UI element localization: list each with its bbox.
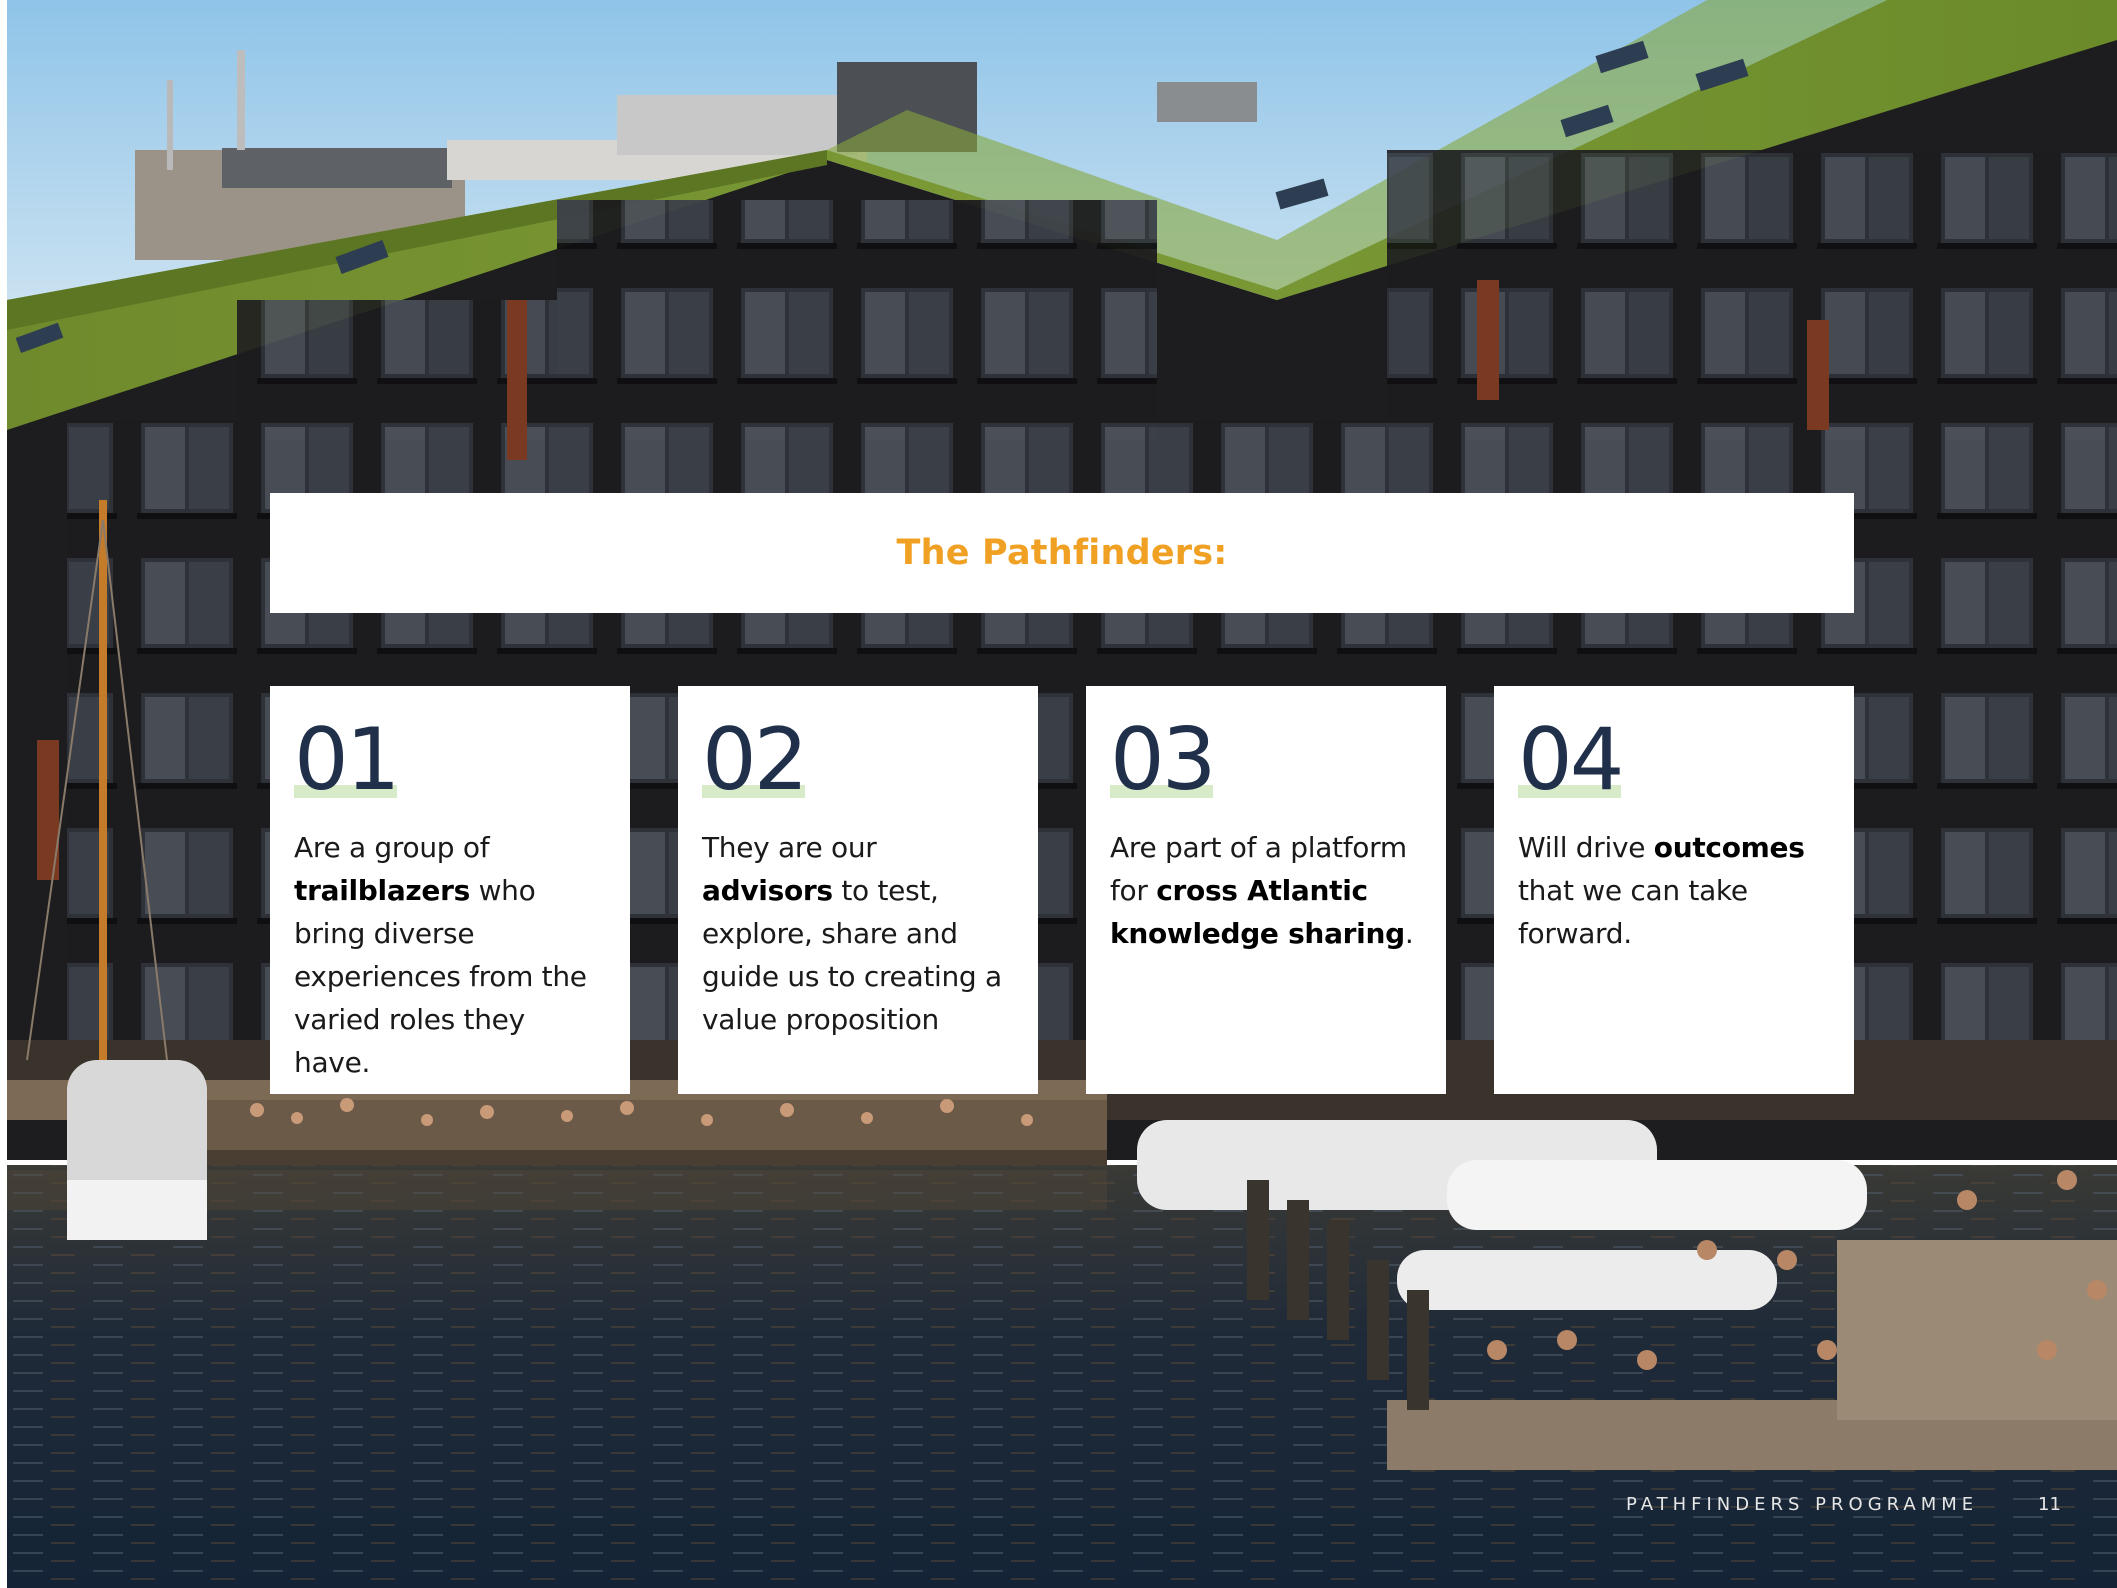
card-text-segment: They are our xyxy=(702,831,877,864)
card-text-highlight: outcomes xyxy=(1653,831,1805,864)
card-text-highlight: trailblazers xyxy=(294,874,470,907)
card-description: Are a group of trailblazers who bring di… xyxy=(294,826,606,1084)
card-text-segment: that we can take forward. xyxy=(1518,874,1748,950)
pathfinder-card: 02 They are our advisors to test, explor… xyxy=(678,686,1038,1094)
card-description: They are our advisors to test, explore, … xyxy=(702,826,1014,1041)
card-number: 03 xyxy=(1110,710,1216,810)
card-number-block: 03 xyxy=(1110,717,1216,803)
card-text-segment: Are a group of xyxy=(294,831,490,864)
card-text-segment: Will drive xyxy=(1518,831,1654,864)
page-number: 11 xyxy=(2038,1494,2061,1515)
card-number: 04 xyxy=(1518,710,1624,810)
title-banner: The Pathfinders: xyxy=(270,493,1854,613)
card-text-highlight: advisors xyxy=(702,874,833,907)
pathfinder-card: 01 Are a group of trailblazers who bring… xyxy=(270,686,630,1094)
card-number-block: 01 xyxy=(294,717,400,803)
card-number: 01 xyxy=(294,710,400,810)
pathfinder-card: 03 Are part of a platform for cross Atla… xyxy=(1086,686,1446,1094)
card-number-block: 02 xyxy=(702,717,808,803)
card-number-block: 04 xyxy=(1518,717,1624,803)
card-description: Will drive outcomes that we can take for… xyxy=(1518,826,1830,955)
card-text-segment: . xyxy=(1404,917,1414,950)
pathfinder-card: 04 Will drive outcomes that we can take … xyxy=(1494,686,1854,1094)
page-title: The Pathfinders: xyxy=(896,533,1228,573)
footer-programme-label: PATHFINDERS PROGRAMME xyxy=(1626,1494,1979,1515)
card-number: 02 xyxy=(702,710,808,810)
card-description: Are part of a platform for cross Atlanti… xyxy=(1110,826,1422,955)
